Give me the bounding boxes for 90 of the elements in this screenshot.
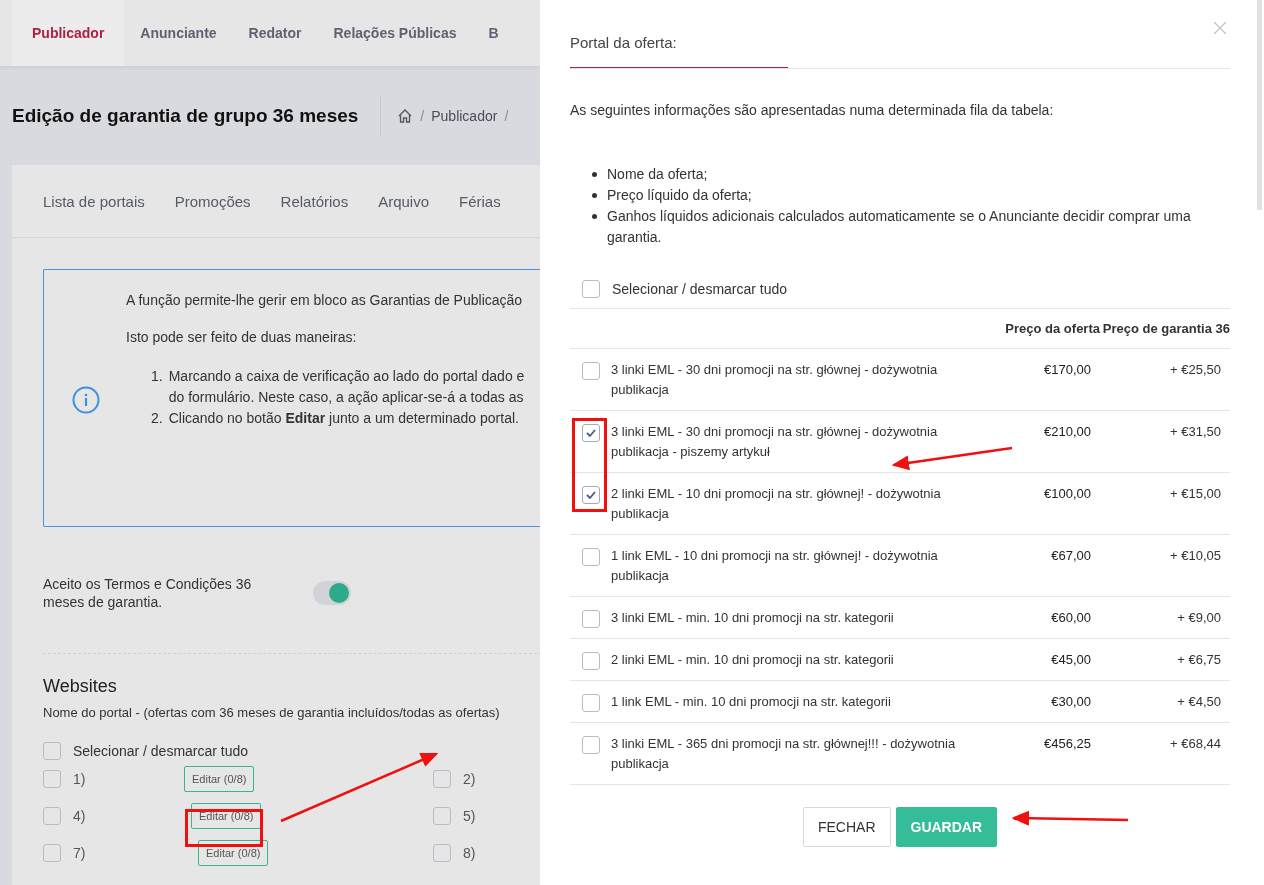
- checkbox[interactable]: [582, 694, 600, 712]
- nav-tab[interactable]: Relações Públicas: [317, 0, 473, 66]
- checkbox[interactable]: [582, 280, 600, 298]
- offer-name: 3 linki EML - 365 dni promocji na str. głównej!!! - dożywotnia publikacja: [611, 735, 957, 773]
- portal-number: 7): [73, 844, 87, 861]
- intro-text: As seguintes informações são apresentadas numa determinada fila da tabela:: [570, 102, 1055, 118]
- checkbox[interactable]: [582, 362, 600, 380]
- bullet-text: Nome da oferta;: [607, 165, 708, 184]
- guarantee-price: + €15,00: [1169, 485, 1221, 503]
- panel-tab[interactable]: Portal da oferta:: [570, 34, 788, 68]
- offer-price: €67,00: [1050, 547, 1091, 565]
- page-title: Edição de garantia de grupo 36 meses: [12, 104, 359, 127]
- offer-name: 3 linki EML - 30 dni promocji na str. głównej - dożywotnia publikacja - piszemy artykuł: [611, 423, 939, 461]
- nav-tab[interactable]: Redator: [232, 0, 318, 66]
- section-subtitle: Nome do portal - (ofertas com 36 meses de garantia incluídos/todas as ofertas): [43, 705, 501, 720]
- toggle-switch[interactable]: [313, 581, 351, 605]
- section-tab[interactable]: Arquivo: [378, 192, 429, 210]
- offer-name: 1 link EML - min. 10 dni promocji na str. kategorii: [611, 693, 892, 711]
- close-button[interactable]: FECHAR: [802, 807, 891, 847]
- section-tab[interactable]: Lista de portais: [43, 192, 145, 210]
- offer-price: €100,00: [1043, 485, 1091, 503]
- breadcrumb-separator: /: [420, 107, 425, 124]
- breadcrumb-separator: /: [504, 107, 509, 124]
- info-text: Isto pode ser feito de duas maneiras:: [126, 329, 358, 345]
- nav-tab[interactable]: Publicador: [12, 0, 125, 66]
- offer-name: 2 linki EML - min. 10 dni promocji na str. kategorii: [611, 651, 895, 669]
- checkbox[interactable]: [43, 769, 61, 788]
- breadcrumb-link[interactable]: Publicador: [431, 107, 498, 124]
- checkbox-label: Selecionar / desmarcar tudo: [73, 743, 249, 759]
- section-tab[interactable]: Relatórios: [280, 192, 349, 210]
- bullet-text: Ganhos líquidos adicionais calculados automaticamente se o Anunciante decidir comprar uma garantia.: [607, 207, 1192, 247]
- offer-price: €60,00: [1050, 609, 1091, 627]
- bullet-icon: [592, 193, 597, 198]
- step-text: Clicando no botão Editar junto a um determinado portal.: [168, 409, 519, 428]
- portal-number: 8): [463, 844, 477, 861]
- nav-tab[interactable]: B: [472, 0, 515, 66]
- checkbox[interactable]: [582, 548, 600, 566]
- step-text: do formulário. Neste caso, a ação aplicar-se-á a todas as: [168, 388, 525, 407]
- checkbox[interactable]: [43, 806, 61, 825]
- guarantee-price: + €25,50: [1169, 361, 1221, 379]
- offer-price: €45,00: [1050, 651, 1091, 669]
- bullet-icon: [592, 214, 597, 219]
- bullet-icon: [592, 172, 597, 177]
- section-tab[interactable]: Férias: [459, 192, 501, 210]
- offer-price: €456,25: [1043, 735, 1091, 753]
- checkbox[interactable]: [43, 742, 61, 760]
- close-icon[interactable]: [1213, 21, 1227, 35]
- info-icon: [72, 386, 100, 414]
- checkbox[interactable]: [582, 652, 600, 670]
- home-icon[interactable]: [397, 107, 414, 124]
- checkbox-label: Selecionar / desmarcar tudo: [612, 281, 788, 297]
- terms-label: Aceito os Termos e Condições 36 meses de garantia.: [43, 575, 253, 611]
- portal-number: 5): [463, 807, 477, 824]
- offer-price: €30,00: [1050, 693, 1091, 711]
- portal-number: 4): [73, 807, 87, 824]
- checkbox[interactable]: [582, 486, 600, 504]
- info-text: A função permite-lhe gerir em bloco as Garantias de Publicação: [126, 292, 524, 308]
- section-title: Websites: [43, 676, 118, 697]
- step-number: 1.: [151, 367, 163, 386]
- checkbox[interactable]: [43, 843, 61, 862]
- bullet-text: Preço líquido da oferta;: [607, 186, 752, 205]
- step-number: 2.: [151, 409, 163, 428]
- checkbox[interactable]: [582, 610, 600, 628]
- checkbox[interactable]: [433, 843, 451, 862]
- step-text: Marcando a caixa de verificação ao lado do portal dado e: [168, 367, 525, 386]
- edit-button[interactable]: Editar (0/8): [191, 802, 262, 829]
- portal-number: 1): [73, 770, 87, 787]
- offer-name: 1 link EML - 10 dni promocji na str. głównej! - dożywotnia publikacja: [611, 547, 939, 585]
- nav-tab[interactable]: Anunciante: [124, 0, 233, 66]
- edit-button[interactable]: Editar (0/8): [184, 765, 255, 792]
- guarantee-price: + €4,50: [1176, 693, 1221, 711]
- guarantee-price: + €9,00: [1176, 609, 1221, 627]
- guarantee-price: + €31,50: [1169, 423, 1221, 441]
- column-header: Preço de garantia 36: [1101, 321, 1230, 336]
- guarantee-price: + €6,75: [1176, 651, 1221, 669]
- offer-name: 3 linki EML - min. 10 dni promocji na str. kategorii: [611, 609, 895, 627]
- checkbox[interactable]: [433, 806, 451, 825]
- checkbox[interactable]: [582, 736, 600, 754]
- offer-name: 2 linki EML - 10 dni promocji na str. głównej! - dożywotnia publikacja: [611, 485, 942, 523]
- column-header: Preço da oferta: [1004, 321, 1100, 336]
- offer-name: 3 linki EML - 30 dni promocji na str. głównej - dożywotnia publikacja: [611, 361, 939, 399]
- portal-number: 2): [463, 770, 477, 787]
- section-tab[interactable]: Promoções: [174, 192, 251, 210]
- offer-price: €210,00: [1043, 423, 1091, 441]
- offer-price: €170,00: [1043, 361, 1091, 379]
- edit-button[interactable]: Editar (0/8): [198, 839, 269, 866]
- guarantee-price: + €10,05: [1169, 547, 1221, 565]
- checkbox[interactable]: [582, 424, 600, 442]
- guarantee-price: + €68,44: [1169, 735, 1221, 753]
- checkbox[interactable]: [433, 769, 451, 788]
